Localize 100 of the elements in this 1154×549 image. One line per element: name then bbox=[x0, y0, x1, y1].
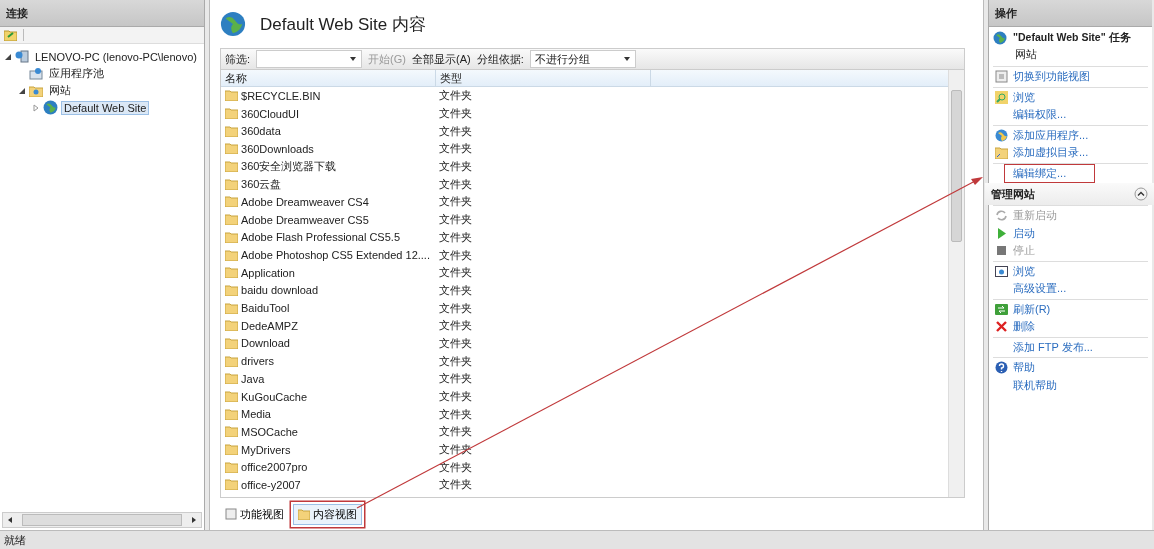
connect-icon[interactable] bbox=[4, 29, 17, 41]
table-cell-text: 文件夹 bbox=[438, 141, 473, 157]
folder-icon bbox=[225, 373, 238, 385]
table-cell: DedeAMPZ bbox=[221, 319, 435, 332]
task-subtitle: 网站 bbox=[1014, 47, 1038, 62]
action-link[interactable]: 添加 FTP 发布... bbox=[1004, 337, 1094, 357]
table-cell-text: 文件夹 bbox=[438, 406, 473, 422]
action-link[interactable]: 浏览 bbox=[1004, 261, 1036, 281]
action-link[interactable]: 帮助 bbox=[1004, 358, 1036, 378]
folder-icon bbox=[225, 337, 238, 349]
table-cell: 360Downloads bbox=[221, 142, 435, 155]
globe-icon bbox=[993, 31, 1007, 45]
folder-icon bbox=[225, 284, 238, 296]
action-link[interactable]: 切换到功能视图 bbox=[1004, 67, 1091, 87]
table-cell-text: 文件夹 bbox=[438, 424, 473, 440]
scrollbar[interactable] bbox=[948, 70, 964, 497]
tree-item[interactable]: 应用程序池 bbox=[46, 65, 107, 82]
table-cell-text: 文件夹 bbox=[438, 371, 473, 387]
column-header[interactable]: 类型 bbox=[436, 70, 651, 87]
refresh-icon bbox=[995, 302, 1008, 316]
collapse-icon[interactable] bbox=[1134, 187, 1148, 201]
collapse-icon[interactable] bbox=[18, 86, 26, 95]
expand-icon[interactable] bbox=[32, 103, 40, 112]
globe-icon bbox=[220, 11, 246, 37]
column-header[interactable]: 名称 bbox=[221, 70, 436, 87]
refresh-icon bbox=[995, 209, 1008, 223]
table-cell: MyDrivers bbox=[221, 443, 435, 456]
folder-icon bbox=[225, 214, 238, 226]
table-cell-text: 文件夹 bbox=[438, 282, 473, 298]
action-link[interactable]: 高级设置... bbox=[1004, 279, 1068, 299]
action-link[interactable]: 添加虚拟目录... bbox=[1004, 143, 1090, 163]
collapse-icon[interactable] bbox=[4, 52, 12, 61]
show-all-button[interactable]: 全部显示(A) bbox=[411, 51, 471, 67]
table-cell: Adobe Photoshop CS5 Extended 12.... bbox=[221, 249, 435, 262]
action-link[interactable]: 删除 bbox=[1004, 317, 1036, 337]
dropdown-icon[interactable] bbox=[349, 55, 358, 63]
table-cell: Media bbox=[221, 408, 435, 421]
action-link[interactable]: 编辑权限... bbox=[1004, 105, 1068, 125]
group-label: 分组依据: bbox=[476, 51, 524, 67]
window-icon bbox=[995, 70, 1008, 84]
table-cell-text: 文件夹 bbox=[438, 212, 473, 228]
scrollbar[interactable] bbox=[2, 512, 202, 528]
page-title: Default Web Site 内容 bbox=[260, 13, 426, 36]
folder-icon bbox=[225, 355, 238, 367]
tree-item[interactable]: LENOVO-PC (lenovo-PC\lenovo) bbox=[32, 49, 200, 64]
group-dropdown[interactable]: 不进行分组 bbox=[529, 50, 636, 68]
dropdown-icon[interactable] bbox=[622, 55, 631, 63]
tree-item[interactable]: Default Web Site bbox=[61, 100, 150, 115]
action-link[interactable]: 启动 bbox=[1004, 223, 1036, 243]
table-cell-text: 文件夹 bbox=[438, 159, 473, 175]
window-icon bbox=[225, 508, 237, 520]
folder-icon bbox=[225, 302, 238, 314]
filter-field[interactable] bbox=[256, 50, 363, 68]
table-cell: baidu download bbox=[221, 284, 435, 297]
table-cell-text: 文件夹 bbox=[438, 106, 473, 122]
folder-icon bbox=[225, 178, 238, 190]
table-cell-text: 文件夹 bbox=[438, 176, 473, 192]
view-tab[interactable]: 功能视图 bbox=[220, 503, 289, 525]
table-cell-text: 文件夹 bbox=[438, 353, 473, 369]
globe-icon bbox=[43, 100, 58, 115]
folder-icon bbox=[225, 479, 238, 491]
action-link[interactable]: 浏览 bbox=[1004, 87, 1036, 107]
folder-icon bbox=[225, 161, 238, 173]
folder-icon bbox=[225, 444, 238, 456]
action-link[interactable]: 联机帮助 bbox=[1004, 375, 1058, 395]
folder-icon bbox=[225, 231, 238, 243]
folder-icon bbox=[225, 320, 238, 332]
play-icon bbox=[995, 226, 1008, 240]
delete-icon bbox=[995, 320, 1008, 334]
table-cell: Download bbox=[221, 337, 435, 350]
table-cell: BaiduTool bbox=[221, 302, 435, 315]
table-cell-text: 文件夹 bbox=[438, 123, 473, 139]
folder-icon bbox=[225, 196, 238, 208]
folder-icon bbox=[225, 461, 238, 473]
view-tab[interactable]: 内容视图 bbox=[293, 503, 362, 525]
table-cell: office-y2007 bbox=[221, 478, 435, 491]
table-cell: Adobe Dreamweaver CS4 bbox=[221, 195, 435, 208]
action-link[interactable]: 刷新(R) bbox=[1004, 299, 1052, 319]
scroll-left-icon[interactable] bbox=[6, 516, 14, 524]
table-cell: 360data bbox=[221, 125, 435, 138]
table-cell-text: 文件夹 bbox=[438, 477, 473, 493]
table-cell-text: 文件夹 bbox=[438, 335, 473, 351]
pane-title: 操作 bbox=[989, 0, 1152, 27]
folder-icon bbox=[225, 143, 238, 155]
table-cell: Java bbox=[221, 372, 435, 385]
scroll-right-icon[interactable] bbox=[190, 516, 198, 524]
table-cell-text: 文件夹 bbox=[438, 389, 473, 405]
folder-icon bbox=[995, 146, 1008, 160]
table-cell-text: 文件夹 bbox=[438, 318, 473, 334]
server-icon bbox=[15, 50, 29, 63]
action-link[interactable]: 编辑绑定... bbox=[1004, 163, 1096, 183]
section-title: 管理网站 bbox=[991, 186, 1035, 202]
action-link[interactable]: 添加应用程序... bbox=[1004, 125, 1090, 145]
folder-icon bbox=[225, 125, 238, 137]
stop-icon bbox=[995, 244, 1008, 258]
pane-title: 连接 bbox=[0, 0, 204, 27]
table-cell: Adobe Flash Professional CS5.5 bbox=[221, 231, 435, 244]
table-cell: 360安全浏览器下载 bbox=[221, 159, 435, 175]
table-cell: Adobe Dreamweaver CS5 bbox=[221, 213, 435, 226]
tree-item[interactable]: 网站 bbox=[46, 82, 74, 99]
